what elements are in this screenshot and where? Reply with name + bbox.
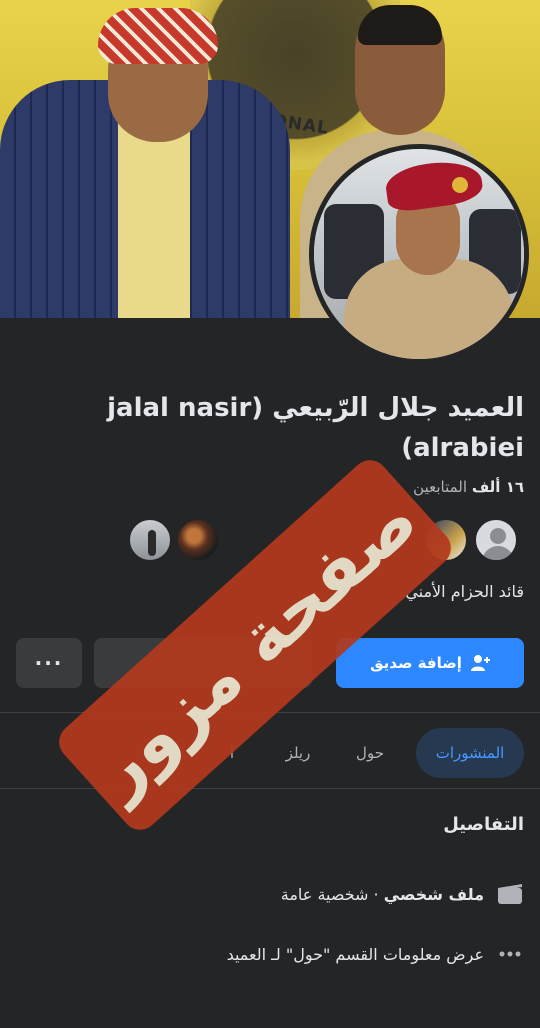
profile-avatar[interactable] xyxy=(309,144,529,364)
tab-posts[interactable]: المنشورات xyxy=(416,728,524,778)
add-friend-icon xyxy=(470,653,490,673)
friend-avatar[interactable] xyxy=(176,518,220,562)
ellipsis-icon xyxy=(496,940,524,968)
avatar-beret-badge xyxy=(452,177,468,193)
details-heading: التفاصيل xyxy=(443,814,524,835)
profile-name: العميد جلال الرّبيعي (jalal nasir alrabi… xyxy=(107,393,524,463)
add-friend-button[interactable]: إضافة صديق xyxy=(336,638,524,688)
tab-about[interactable]: حول xyxy=(340,728,400,778)
tab-reels[interactable]: ريلز xyxy=(268,728,328,778)
friend-avatar-placeholder[interactable] xyxy=(474,518,518,562)
friend-avatar[interactable] xyxy=(128,518,172,562)
add-friend-label: إضافة صديق xyxy=(370,654,462,672)
profile-type-row: ملف شخصي · شخصية عامة xyxy=(281,880,524,908)
clapperboard-icon xyxy=(496,880,524,908)
friend-avatar-figure xyxy=(148,530,156,556)
profile-bio: قائد الحزام الأمني xyxy=(405,582,524,601)
divider xyxy=(0,788,540,789)
followers-line[interactable]: ١٦ ألف المتابعين xyxy=(413,478,524,496)
person-silhouette-icon xyxy=(490,528,506,544)
cover-person-left-shirt xyxy=(118,120,190,318)
followers-label: المتابعين xyxy=(413,478,468,496)
about-link-text: عرض معلومات القسم "حول" لـ العميد xyxy=(226,944,484,964)
followers-count: ١٦ ألف xyxy=(471,478,524,496)
person-silhouette-shoulders xyxy=(482,546,514,560)
about-link-row[interactable]: عرض معلومات القسم "حول" لـ العميد xyxy=(227,940,524,968)
profile-type-value: · شخصية عامة xyxy=(280,884,379,904)
more-options-button[interactable]: ··· xyxy=(16,638,82,688)
cover-person-left-headscarf xyxy=(98,8,218,64)
cover-person-right-hair xyxy=(358,5,442,45)
profile-type-label: ملف شخصي xyxy=(383,884,484,904)
